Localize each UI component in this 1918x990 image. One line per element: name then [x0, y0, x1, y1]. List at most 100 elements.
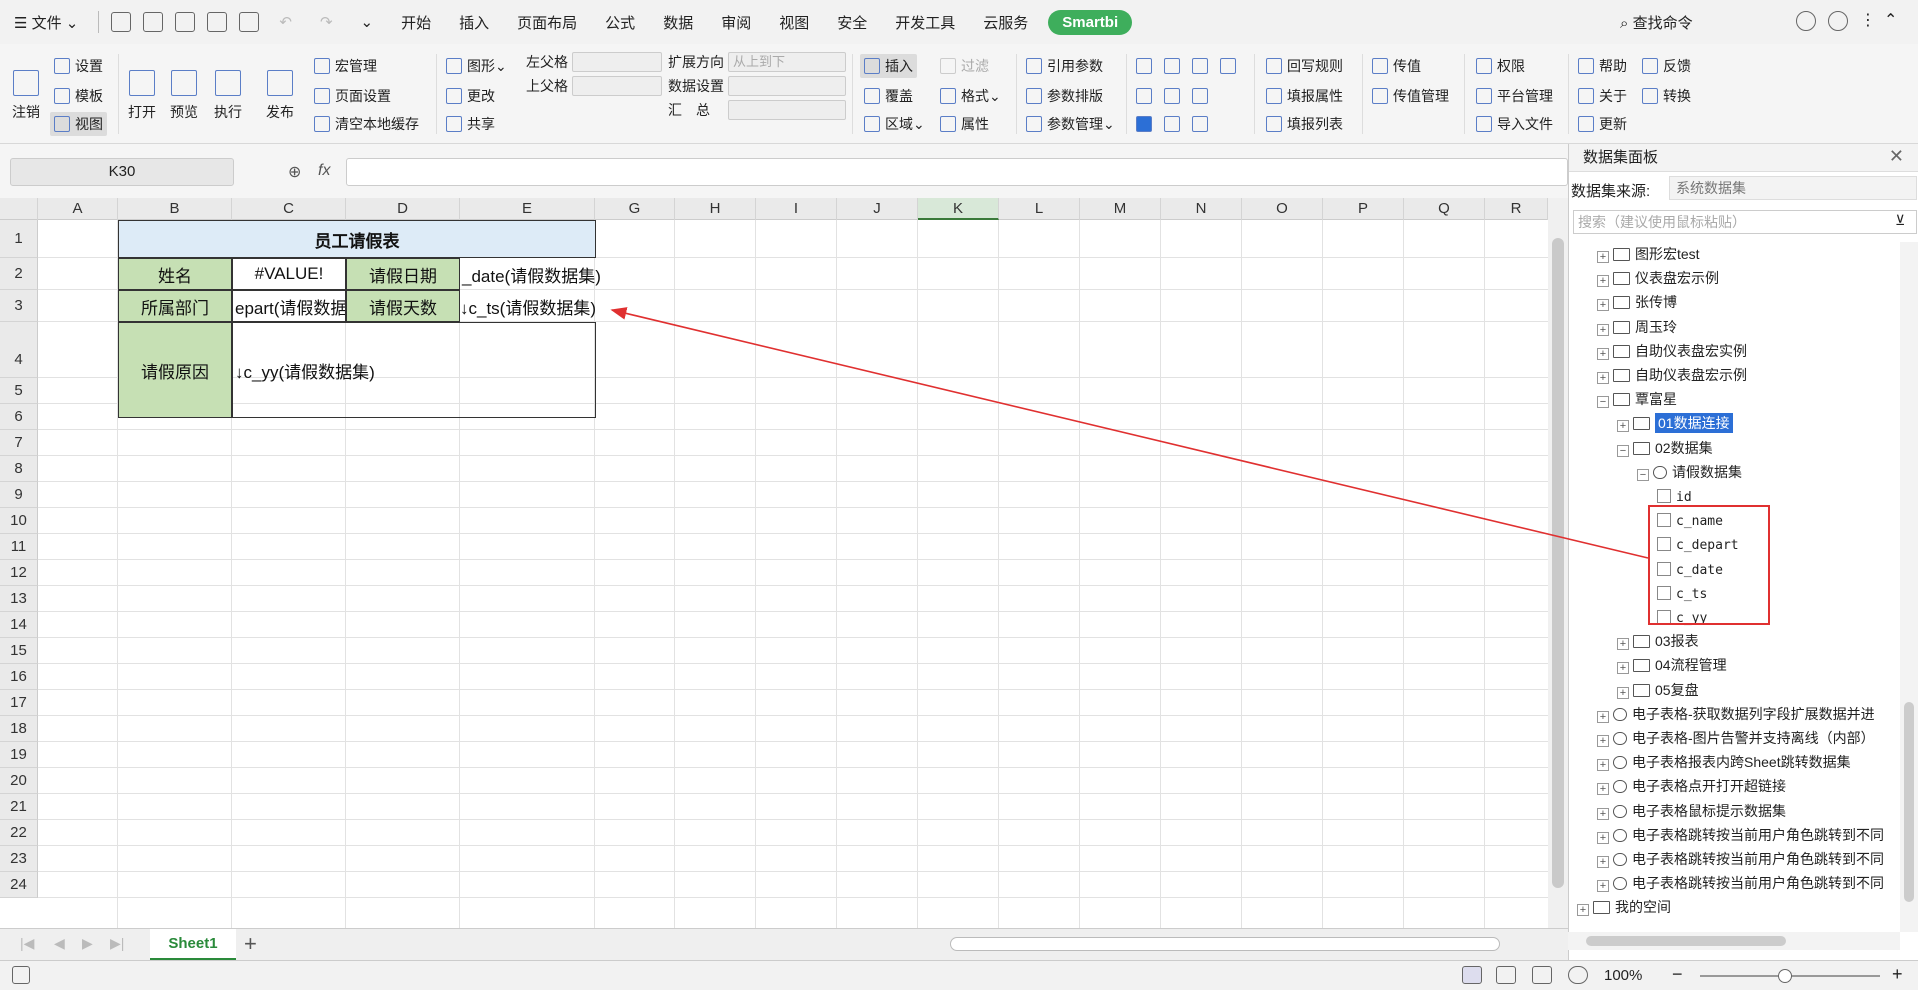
data-settings-field[interactable]: 数据设置: [668, 74, 846, 98]
label-control-icon[interactable]: [1192, 84, 1213, 108]
expand-icon[interactable]: +: [1617, 662, 1629, 675]
col-header[interactable]: J: [837, 198, 918, 220]
print-icon[interactable]: [207, 12, 228, 32]
expand-icon[interactable]: +: [1597, 807, 1609, 820]
filter-button[interactable]: 过滤: [940, 54, 989, 78]
tree-dataset-item[interactable]: + 电子表格跳转按当前用户角色跳转到不同: [1597, 871, 1884, 895]
row-header-cell[interactable]: 10: [0, 508, 38, 534]
import-file-button[interactable]: 导入文件: [1476, 112, 1553, 136]
file-menu[interactable]: ☰ 文件 ⌄: [0, 12, 92, 33]
form-title[interactable]: 员工请假表: [118, 220, 596, 258]
sheet-nav-next-icon[interactable]: ▶: [82, 935, 93, 952]
reading-mode-icon[interactable]: [1496, 966, 1516, 984]
tree-folder-item[interactable]: − 覃富星: [1597, 387, 1677, 411]
expand-icon[interactable]: +: [1597, 735, 1609, 747]
scroll-thumb[interactable]: [1552, 238, 1564, 888]
image-control-icon[interactable]: [1164, 84, 1185, 108]
combo-control-icon[interactable]: [1136, 54, 1157, 78]
col-header[interactable]: Q: [1404, 198, 1485, 220]
view-button[interactable]: 视图: [50, 112, 107, 136]
expand-icon[interactable]: +: [1597, 880, 1609, 893]
tree-folder-item[interactable]: +03报表: [1617, 629, 1699, 653]
redo-icon[interactable]: ↷: [306, 13, 347, 31]
expand-icon[interactable]: +: [1577, 904, 1589, 917]
textbox-control-icon[interactable]: [1136, 84, 1157, 108]
zoom-slider-handle[interactable]: [1778, 969, 1792, 983]
row-header-cell[interactable]: 5: [0, 378, 38, 404]
col-header[interactable]: M: [1080, 198, 1161, 220]
page-break-icon[interactable]: [1532, 966, 1552, 984]
tree-folder-item[interactable]: + 我的空间: [1577, 895, 1671, 919]
panel-hscroll-thumb[interactable]: [1586, 936, 1786, 946]
tab-home[interactable]: 开始: [387, 12, 445, 33]
permission-button[interactable]: 权限: [1476, 54, 1525, 78]
col-header[interactable]: D: [346, 198, 460, 220]
template-button[interactable]: 模板: [54, 84, 103, 108]
fill-property-button[interactable]: 填报属性: [1266, 84, 1343, 108]
expand-icon[interactable]: +: [1597, 299, 1609, 312]
sheet-tab-active[interactable]: Sheet1: [150, 929, 236, 961]
expand-icon[interactable]: +: [1597, 323, 1609, 336]
feedback-button[interactable]: 反馈: [1642, 54, 1691, 78]
zoom-out-icon[interactable]: −: [1672, 964, 1683, 985]
param-manage-button[interactable]: 参数管理 ⌄: [1026, 112, 1115, 136]
expand-icon[interactable]: +: [1617, 638, 1629, 651]
ref-param-button[interactable]: 引用参数: [1026, 54, 1103, 78]
row-header-cell[interactable]: 1: [0, 220, 38, 258]
tree-dataset-item[interactable]: + 电子表格-获取数据列字段扩展数据并进: [1597, 702, 1875, 726]
preview-button[interactable]: 预览: [170, 46, 198, 122]
page-setup-button[interactable]: 页面设置: [314, 84, 391, 108]
expand-icon[interactable]: +: [1617, 420, 1629, 433]
left-parent-field[interactable]: 左父格: [526, 50, 662, 74]
print-preview-icon[interactable]: [239, 12, 260, 32]
checkbox-control-icon[interactable]: [1136, 112, 1157, 136]
pdf-icon[interactable]: [175, 12, 196, 32]
tree-folder-item[interactable]: + 图形宏test: [1597, 242, 1700, 266]
date-value-cell[interactable]: _date(请假数据集): [460, 258, 620, 290]
col-header[interactable]: I: [756, 198, 837, 220]
tree-folder-item[interactable]: +04流程管理: [1617, 653, 1727, 677]
param-layout-button[interactable]: 参数排版: [1026, 84, 1103, 108]
sheet-nav-first-icon[interactable]: |◀: [20, 935, 34, 952]
tree-dataset-item[interactable]: + 电子表格报表内跨Sheet跳转数据集: [1597, 750, 1851, 774]
open-folder-icon[interactable]: [111, 12, 132, 32]
select-all-corner[interactable]: [0, 198, 38, 220]
data-settings-select[interactable]: [728, 76, 846, 96]
formula-input[interactable]: [346, 158, 1568, 186]
tab-smartbi[interactable]: Smartbi: [1048, 9, 1133, 35]
panel-scroll-thumb[interactable]: [1904, 702, 1914, 902]
tree-folder-item[interactable]: + 仪表盘宏示例: [1597, 266, 1719, 290]
col-header[interactable]: H: [675, 198, 756, 220]
tree-dataset-item[interactable]: − 请假数据集: [1637, 460, 1742, 484]
row-header-cell[interactable]: 16: [0, 664, 38, 690]
tab-data[interactable]: 数据: [649, 12, 707, 33]
tree-folder-item[interactable]: +01数据连接: [1617, 411, 1733, 435]
dropdown-control-icon[interactable]: [1164, 54, 1185, 78]
vertical-scrollbar[interactable]: [1548, 198, 1568, 928]
row-header-cell[interactable]: 2: [0, 258, 38, 290]
col-header-selected[interactable]: K: [918, 198, 999, 220]
about-button[interactable]: 关于: [1578, 84, 1627, 108]
reason-label[interactable]: 请假原因: [118, 322, 232, 418]
row-header-cell[interactable]: 8: [0, 456, 38, 482]
col-header[interactable]: E: [460, 198, 595, 220]
up-parent-select[interactable]: [572, 76, 662, 96]
region-button[interactable]: 区域 ⌄: [864, 112, 925, 136]
tree-folder-item[interactable]: + 自助仪表盘宏示例: [1597, 363, 1747, 387]
spreadsheet-grid[interactable]: A B C D E G H I J K L M N O P Q R 123456…: [0, 198, 1548, 928]
panel-vertical-scrollbar[interactable]: [1900, 242, 1918, 932]
filter-icon[interactable]: ⊻: [1895, 212, 1905, 229]
row-header-cell[interactable]: 19: [0, 742, 38, 768]
collapse-icon[interactable]: −: [1637, 468, 1649, 481]
col-header[interactable]: L: [999, 198, 1080, 220]
sheet-nav-prev-icon[interactable]: ◀: [54, 935, 65, 952]
search-input[interactable]: 搜索（建议使用鼠标粘贴）: [1573, 210, 1917, 234]
grid-control-icon[interactable]: [1192, 112, 1213, 136]
add-sheet-button[interactable]: +: [244, 931, 257, 957]
collapse-icon[interactable]: ⌃: [1884, 10, 1897, 30]
date-control-icon[interactable]: [1164, 112, 1185, 136]
days-value-cell[interactable]: ↓c_ts(请假数据集): [460, 290, 620, 322]
expand-icon[interactable]: +: [1597, 710, 1609, 723]
property-button[interactable]: 属性: [940, 112, 989, 136]
summary-select[interactable]: [728, 100, 846, 120]
